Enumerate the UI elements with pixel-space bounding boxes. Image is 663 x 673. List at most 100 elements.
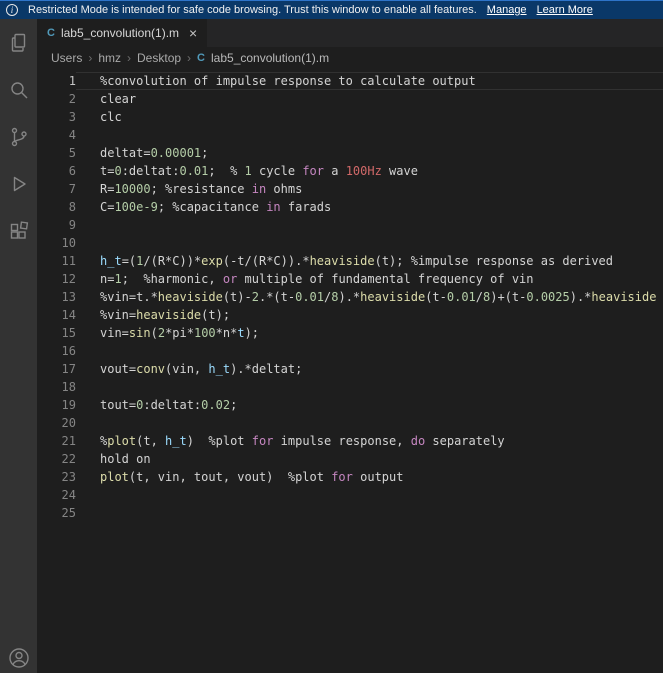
code-token: 1 [244,164,252,178]
code-line[interactable]: 5 deltat=0.00001; [37,144,663,162]
code-line[interactable]: 24 [37,486,663,504]
banner-manage-link[interactable]: Manage [487,4,527,16]
code-token: heaviside [136,308,202,322]
breadcrumb-item-hmz[interactable]: hmz [98,51,121,65]
activity-bar-search[interactable] [0,66,37,113]
line-number[interactable]: 15 [37,324,76,342]
line-number[interactable]: 9 [37,216,76,234]
code-token: R= [100,182,115,196]
info-icon: i [6,4,18,16]
code-line[interactable]: 8 C=100e-9; %capacitance in farads [37,198,663,216]
code-token: 100 [193,326,216,340]
activity-bar [0,19,37,673]
code-text: hold on [76,450,663,468]
code-token: vout= [100,362,137,376]
code-token: ; [201,146,209,160]
code-token: plot [107,434,137,448]
banner-learn-more-link[interactable]: Learn More [537,4,593,16]
code-line[interactable]: 9 [37,216,663,234]
line-number[interactable]: 14 [37,306,76,324]
line-number[interactable]: 19 [37,396,76,414]
code-token: h_t [165,434,187,448]
code-line[interactable]: 11 h_t=(1/(R*C))*exp(-t/(R*C)).*heaviside… [37,252,663,270]
files-icon [11,33,25,52]
breadcrumb-item-file[interactable]: lab5_convolution(1).m [211,51,329,65]
line-number[interactable]: 11 [37,252,76,270]
line-number[interactable]: 8 [37,198,76,216]
code-area[interactable]: 1 %convolution of impulse response to cal… [37,69,663,673]
code-line[interactable]: 6 t=0:deltat:0.01; % 1 cycle for a 100Hz … [37,162,663,180]
code-token: *pi* [165,326,194,340]
code-line[interactable]: 18 [37,378,663,396]
code-token: ).* [569,290,592,304]
code-line[interactable]: 1 %convolution of impulse response to cal… [37,72,663,90]
code-token: ; [230,398,238,412]
line-number[interactable]: 22 [37,450,76,468]
code-token: clear [100,92,137,106]
activity-bar-explorer[interactable] [0,19,37,66]
code-line[interactable]: 16 [37,342,663,360]
code-token: impulse response, [273,434,411,448]
code-line[interactable]: 23 plot(t, vin, tout, vout) %plot for out… [37,468,663,486]
code-text: h_t=(1/(R*C))*exp(-t/(R*C)).*heaviside(t… [76,252,663,270]
code-token: (t)- [222,290,252,304]
line-number[interactable]: 17 [37,360,76,378]
line-number[interactable]: 1 [37,72,76,90]
code-line[interactable]: 2 clear [37,90,663,108]
code-token: vin= [100,326,129,340]
code-line[interactable]: 20 [37,414,663,432]
breadcrumb-item-desktop[interactable]: Desktop [137,51,181,65]
line-number[interactable]: 25 [37,504,76,522]
code-text: clc [76,108,663,126]
code-token: (t, vin, tout, vout) %plot [128,470,332,484]
code-line[interactable]: 15 vin=sin(2*pi*100*n*t); [37,324,663,342]
code-token: %convolution of impulse response to calc… [100,74,476,88]
code-line[interactable]: 3 clc [37,108,663,126]
line-number[interactable]: 13 [37,288,76,306]
tab-lab5-convolution[interactable]: C lab5_convolution(1).m × [37,19,208,47]
line-number[interactable]: 6 [37,162,76,180]
code-token: heaviside [157,290,223,304]
code-token: t [237,326,245,340]
line-number[interactable]: 20 [37,414,76,432]
line-number[interactable]: 16 [37,342,76,360]
line-number[interactable]: 18 [37,378,76,396]
code-line[interactable]: 21 %plot(t, h_t) %plot for impulse respon… [37,432,663,450]
code-text: C=100e-9; %capacitance in farads [76,198,663,216]
code-token: ; %resistance [150,182,252,196]
code-line[interactable]: 12 n=1; %harmonic, or multiple of fundame… [37,270,663,288]
banner-text: Restricted Mode is intended for safe cod… [28,4,477,16]
breadcrumb-item-users[interactable]: Users [51,51,82,65]
code-line[interactable]: 7 R=10000; %resistance in ohms [37,180,663,198]
breadcrumb: Users › hmz › Desktop › C lab5_convoluti… [37,47,663,69]
line-number[interactable]: 5 [37,144,76,162]
code-line[interactable]: 13 %vin=t.*heaviside(t)-2.*(t-0.01/8).*he… [37,288,663,306]
code-token: in [266,200,281,214]
code-token: )+(t- [490,290,527,304]
code-line[interactable]: 14 %vin=heaviside(t); [37,306,663,324]
c-file-icon: C [47,27,55,39]
line-number[interactable]: 3 [37,108,76,126]
line-number[interactable]: 24 [37,486,76,504]
line-number[interactable]: 2 [37,90,76,108]
code-text: n=1; %harmonic, or multiple of fundament… [76,270,663,288]
activity-bar-account[interactable] [0,644,37,672]
line-number[interactable]: 12 [37,270,76,288]
activity-bar-run-debug[interactable] [0,160,37,207]
line-number[interactable]: 23 [37,468,76,486]
line-number[interactable]: 10 [37,234,76,252]
activity-bar-source-control[interactable] [0,113,37,160]
code-line[interactable]: 17 vout=conv(vin, h_t).*deltat; [37,360,663,378]
close-icon[interactable]: × [189,26,197,40]
code-line[interactable]: 25 [37,504,663,522]
line-number[interactable]: 21 [37,432,76,450]
code-line[interactable]: 4 [37,126,663,144]
activity-bar-extensions[interactable] [0,207,37,254]
line-number[interactable]: 4 [37,126,76,144]
code-line[interactable]: 22 hold on [37,450,663,468]
code-line[interactable]: 10 [37,234,663,252]
code-line[interactable]: 19 tout=0:deltat:0.02; [37,396,663,414]
main-area: C lab5_convolution(1).m × Users › hmz › … [0,19,663,673]
line-number[interactable]: 7 [37,180,76,198]
